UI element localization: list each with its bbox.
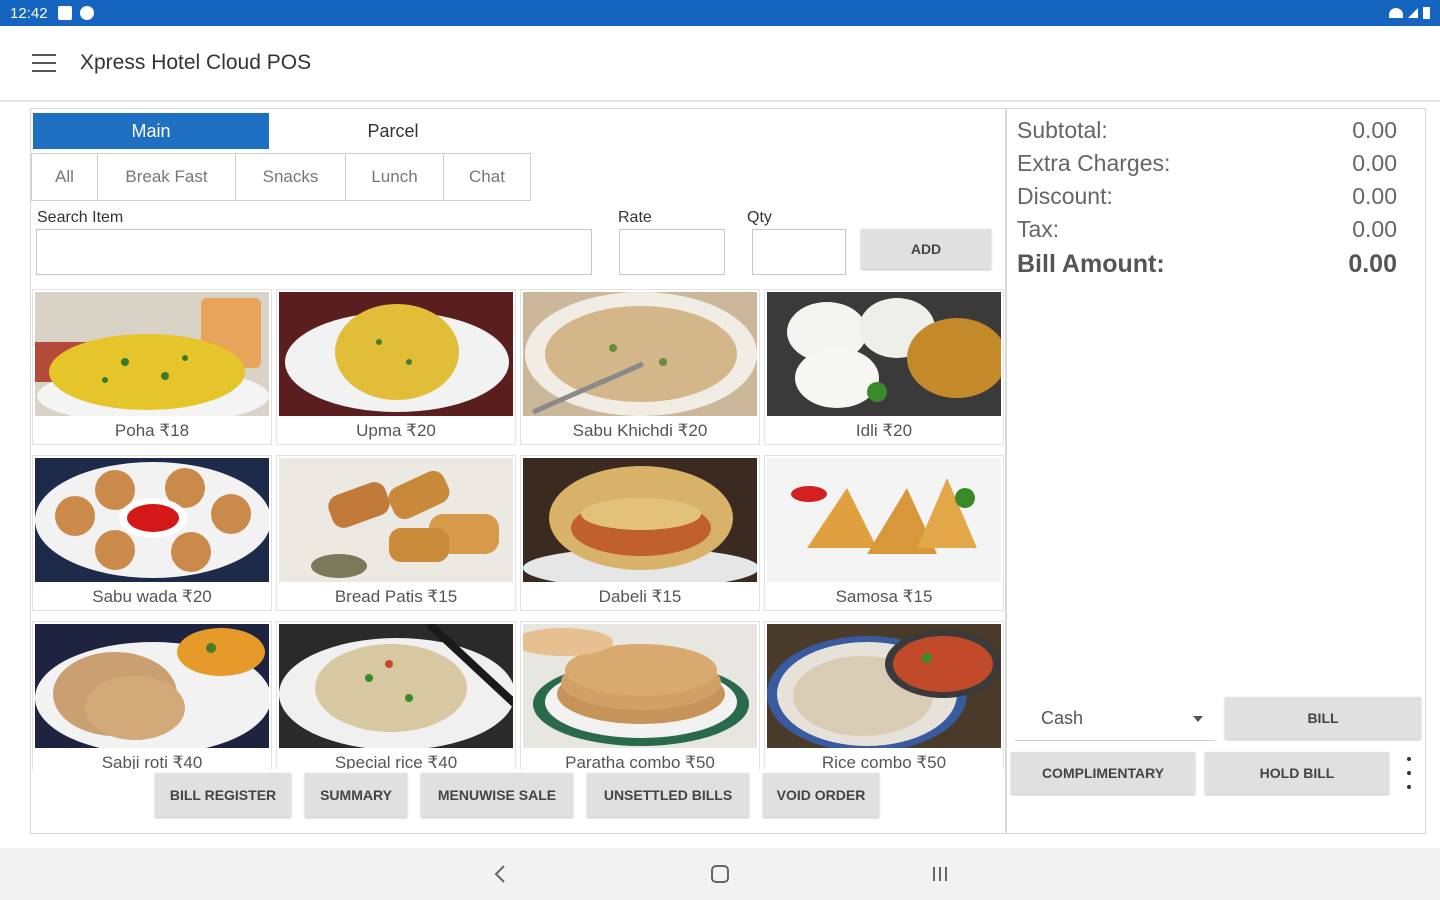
menu-item-card[interactable]: Sabji roti ₹40	[32, 621, 272, 769]
tax-row: Tax: 0.00	[1017, 216, 1397, 243]
category-tabs: All Break Fast Snacks Lunch Chat	[31, 153, 531, 201]
report-buttons: BILL REGISTER SUMMARY MENUWISE SALE UNSE…	[155, 773, 879, 817]
menu-icon[interactable]	[32, 54, 56, 72]
qty-label: Qty	[747, 209, 772, 226]
upma-image	[279, 292, 513, 416]
recents-icon[interactable]	[920, 854, 960, 894]
discount-row: Discount: 0.00	[1017, 183, 1397, 210]
menu-item-label: Paratha combo ₹50	[565, 753, 715, 769]
menu-item-label: Upma ₹20	[356, 421, 436, 440]
menu-item-label: Special rice ₹40	[334, 753, 458, 769]
complimentary-button[interactable]: COMPLIMENTARY	[1011, 752, 1195, 794]
idli-image	[767, 292, 1001, 416]
menu-item-card[interactable]: Rice combo ₹50	[764, 621, 1004, 769]
subtotal-label: Subtotal:	[1017, 117, 1108, 143]
bill-panel: Subtotal: 0.00 Extra Charges: 0.00 Disco…	[1006, 108, 1426, 834]
qty-input[interactable]	[752, 229, 846, 275]
category-lunch[interactable]: Lunch	[346, 154, 444, 200]
search-label: Search Item	[37, 209, 124, 226]
app-bar: Xpress Hotel Cloud POS	[0, 26, 1440, 102]
bill-register-button[interactable]: BILL REGISTER	[155, 773, 291, 817]
menu-item-card[interactable]: Sabu Khichdi ₹20	[520, 289, 760, 445]
menu-item-label: Idli ₹20	[855, 421, 913, 440]
menu-item-label: Rice combo ₹50	[821, 753, 947, 769]
more-options-icon[interactable]	[1405, 757, 1413, 789]
payment-mode-select[interactable]: Cash	[1015, 697, 1215, 741]
menu-item-card[interactable]: Dabeli ₹15	[520, 455, 760, 611]
summary-button[interactable]: SUMMARY	[305, 773, 407, 817]
subtotal-row: Subtotal: 0.00	[1017, 117, 1397, 144]
extra-charges-label: Extra Charges:	[1017, 150, 1171, 176]
order-panel: Main Parcel All Break Fast Snacks Lunch …	[30, 108, 1006, 834]
menu-item-card[interactable]: Poha ₹18	[32, 289, 272, 445]
unsettled-bills-button[interactable]: UNSETTLED BILLS	[587, 773, 749, 817]
menuwise-sale-button[interactable]: MENUWISE SALE	[421, 773, 573, 817]
menu-item-label: Sabu wada ₹20	[92, 587, 212, 606]
menu-item-card[interactable]: Paratha combo ₹50	[520, 621, 760, 769]
payment-mode-value: Cash	[1041, 708, 1084, 728]
chevron-down-icon	[1193, 716, 1203, 722]
extra-charges-value: 0.00	[1352, 150, 1397, 176]
menu-item-label: Sabji roti ₹40	[101, 753, 203, 769]
rice-combo-image	[767, 624, 1001, 748]
tax-label: Tax:	[1017, 216, 1060, 242]
samosa-image	[767, 458, 1001, 582]
menu-item-label: Poha ₹18	[114, 421, 190, 440]
system-nav-bar	[0, 848, 1440, 900]
app-title: Xpress Hotel Cloud POS	[80, 51, 312, 74]
hold-bill-button[interactable]: HOLD BILL	[1205, 752, 1389, 794]
menu-item-card[interactable]: Idli ₹20	[764, 289, 1004, 445]
wifi-icon	[1389, 8, 1403, 18]
back-icon[interactable]	[480, 854, 520, 894]
subtotal-value: 0.00	[1352, 117, 1397, 143]
category-snacks[interactable]: Snacks	[236, 154, 346, 200]
category-break-fast[interactable]: Break Fast	[98, 154, 236, 200]
notification-icon	[57, 6, 72, 20]
extra-charges-row: Extra Charges: 0.00	[1017, 150, 1397, 177]
menu-item-label: Sabu Khichdi ₹20	[572, 421, 708, 440]
menu-item-card[interactable]: Bread Patis ₹15	[276, 455, 516, 611]
battery-icon	[1423, 7, 1430, 19]
sabji-roti-image	[35, 624, 269, 748]
bill-amount-value: 0.00	[1348, 250, 1397, 278]
bill-button[interactable]: BILL	[1225, 697, 1421, 739]
menu-item-label: Bread Patis ₹15	[334, 587, 458, 606]
dabeli-image	[523, 458, 757, 582]
sabu-khichdi-image	[523, 292, 757, 416]
bill-amount-row: Bill Amount: 0.00	[1017, 250, 1397, 279]
rate-input[interactable]	[619, 229, 725, 275]
rate-label: Rate	[618, 209, 652, 226]
tax-value: 0.00	[1352, 216, 1397, 242]
bread-patis-image	[279, 458, 513, 582]
order-type-tabs: Main Parcel	[33, 113, 511, 149]
tab-main[interactable]: Main	[33, 113, 269, 149]
paratha-combo-image	[523, 624, 757, 748]
menu-item-card[interactable]: Samosa ₹15	[764, 455, 1004, 611]
home-icon[interactable]	[700, 854, 740, 894]
menu-item-card[interactable]: Sabu wada ₹20	[32, 455, 272, 611]
menu-item-card[interactable]: Special rice ₹40	[276, 621, 516, 769]
discount-label: Discount:	[1017, 183, 1113, 209]
menu-item-card[interactable]: Upma ₹20	[276, 289, 516, 445]
signal-icon	[1408, 8, 1418, 18]
search-input[interactable]	[36, 229, 592, 275]
sync-icon	[79, 6, 94, 20]
add-button[interactable]: ADD	[861, 229, 991, 269]
status-bar: 12:42	[0, 0, 1440, 26]
bill-amount-label: Bill Amount:	[1017, 250, 1165, 278]
void-order-button[interactable]: VOID ORDER	[763, 773, 879, 817]
discount-value: 0.00	[1352, 183, 1397, 209]
category-all[interactable]: All	[32, 154, 98, 200]
status-time: 12:42	[10, 4, 48, 22]
special-rice-image	[279, 624, 513, 748]
poha-image	[35, 292, 269, 416]
menu-grid: Poha ₹18 Upma ₹20 Sabu Khichdi ₹20 Idli …	[31, 289, 1006, 769]
menu-item-label: Dabeli ₹15	[598, 587, 682, 606]
tab-parcel[interactable]: Parcel	[275, 113, 511, 149]
menu-item-label: Samosa ₹15	[835, 587, 933, 606]
sabu-wada-image	[35, 458, 269, 582]
category-chat[interactable]: Chat	[444, 154, 530, 200]
